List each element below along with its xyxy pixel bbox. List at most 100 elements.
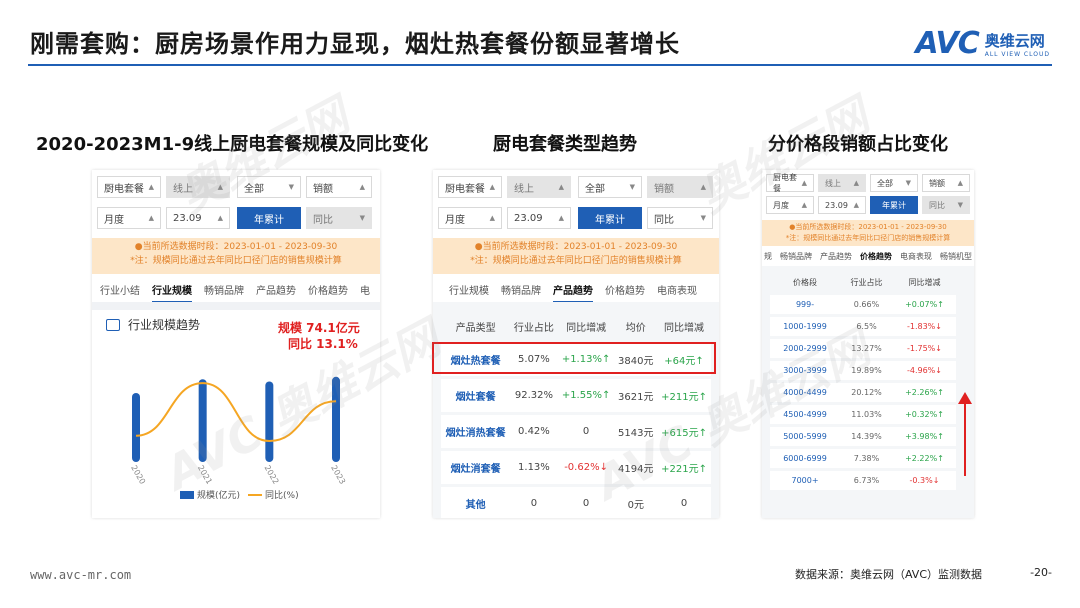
cell-yoy: +0.07%↑ [892, 295, 956, 314]
panel-price-segments: 厨电套餐 ▲ 线上 ▲ 全部 ▼ 销额 ▲ 月度 ▲ 23.09 ▲ 年累计 同比 ▼ ●当前… [762, 170, 974, 518]
cell-yoy: +2.26%↑ [892, 383, 956, 402]
table-row: 3000-3999 19.89% -4.96%↓ [770, 361, 956, 380]
caret-icon: ▲ [801, 179, 807, 187]
filter-period[interactable]: 月度 ▲ [766, 196, 814, 214]
legend-line-swatch [248, 493, 263, 496]
tab-price[interactable]: 价格趋势 [605, 282, 645, 303]
filter-channel[interactable]: 线上 ▲ [166, 176, 230, 198]
filter-label: 厨电套餐 [773, 173, 797, 193]
panel2-tabs: 行业规模 畅销品牌 产品趋势 价格趋势 电商表现 [449, 282, 709, 303]
filter-channel[interactable]: 线上 ▲ [818, 174, 866, 192]
tab-price[interactable]: 价格趋势 [308, 282, 348, 303]
filter-region[interactable]: 全部 ▼ [870, 174, 918, 192]
filter-category[interactable]: 厨电套餐 ▲ [438, 176, 502, 198]
table-row: 2000-2999 13.27% -1.75%↓ [770, 339, 956, 358]
table-header: 产品类型 [455, 323, 496, 334]
table-header: 行业占比 [850, 278, 883, 287]
cell-yoy: -1.75%↓ [892, 339, 956, 358]
tab-brands[interactable]: 畅销品牌 [501, 282, 541, 303]
filter-metric[interactable]: 销额 ▲ [306, 176, 372, 198]
cell-price: 0元 [614, 487, 658, 518]
filter-compare[interactable]: 同比 ▼ [306, 207, 372, 229]
date-notice: ●当前所选数据时段：2023-01-01 - 2023-09-30 *注：规模同… [92, 238, 380, 274]
table-header: 同比增减 [908, 278, 941, 287]
filter-category[interactable]: 厨电套餐 ▲ [766, 173, 814, 193]
filter-month[interactable]: 23.09 ▲ [166, 207, 230, 229]
filter-channel[interactable]: 线上 ▲ [507, 176, 571, 198]
filter-ytd-button[interactable]: 年累计 [578, 207, 642, 229]
cell-price_yoy: +615元↑ [657, 415, 711, 448]
cell-seg: 6000-6999 [770, 449, 841, 468]
logo-text: AVC [915, 26, 979, 61]
cell-share: 14.39% [840, 427, 893, 446]
scale-chart: 2020 2021 2022 2023 [129, 376, 347, 486]
filter-label: 月度 [445, 214, 465, 226]
date-notice: ●当前所选数据时段：2023-01-01 - 2023-09-30 *注：规模同… [433, 238, 719, 274]
table-row: 5000-5999 14.39% +3.98%↑ [770, 427, 956, 446]
filter-region[interactable]: 全部 ▼ [237, 176, 301, 198]
filter-metric[interactable]: 销额 ▲ [647, 176, 713, 198]
filter-category[interactable]: 厨电套餐 ▲ [97, 176, 161, 198]
filter-month[interactable]: 23.09 ▲ [818, 196, 866, 214]
cell-share: 13.27% [840, 339, 893, 358]
filter-compare[interactable]: 同比 ▼ [922, 196, 970, 214]
cell-share: 20.12% [840, 383, 893, 402]
notice-line1: ●当前所选数据时段：2023-01-01 - 2023-09-30 [134, 242, 338, 252]
cell-share: 1.13% [510, 451, 558, 484]
cell-seg: 999- [770, 295, 841, 314]
tab-brands[interactable]: 畅销品牌 [204, 282, 244, 303]
filter-label: 厨电套餐 [104, 183, 144, 195]
filter-region[interactable]: 全部 ▼ [578, 176, 642, 198]
filter-label: 23.09 [514, 212, 543, 224]
cell-share_yoy: +1.55%↑ [557, 379, 615, 412]
cell-seg: 4000-4499 [770, 383, 841, 402]
filter-month[interactable]: 23.09 ▲ [507, 207, 571, 229]
filter-period[interactable]: 月度 ▲ [438, 207, 502, 229]
table-row: 1000-1999 6.5% -1.83%↓ [770, 317, 956, 336]
header-divider [28, 64, 1052, 66]
filter-label: 销额 [929, 178, 945, 188]
tab-ecom[interactable]: 电商表现 [657, 282, 697, 303]
filter-metric[interactable]: 销额 ▲ [922, 174, 970, 192]
divider [92, 302, 380, 310]
caret-icon: ▼ [629, 183, 635, 191]
filter-ytd-button[interactable]: 年累计 [237, 207, 301, 229]
tab-industry-scale[interactable]: 行业规模 [449, 282, 489, 303]
filter-label: 月度 [773, 200, 789, 210]
footer-url[interactable]: www.avc-mr.com [30, 568, 131, 582]
logo-en: ALL VIEW CLOUD [984, 50, 1050, 58]
legend-bar-swatch [180, 490, 194, 499]
filter-ytd-button[interactable]: 年累计 [870, 196, 918, 214]
filter-period[interactable]: 月度 ▲ [97, 207, 161, 229]
cell-price: 3621元 [614, 379, 658, 412]
caret-icon: ▲ [489, 183, 495, 191]
cell-price_yoy: +221元↑ [657, 451, 711, 484]
tab-product[interactable]: 产品趋势 [256, 282, 296, 303]
cell-price: 4194元 [614, 451, 658, 484]
cell-seg: 5000-5999 [770, 427, 841, 446]
cell-share: 6.73% [840, 471, 893, 490]
table-row: 999- 0.66% +0.07%↑ [770, 295, 956, 314]
up-arrow-icon [958, 392, 972, 476]
filter-label: 厨电套餐 [445, 183, 485, 195]
caret-icon: ▲ [558, 183, 564, 191]
tab-product[interactable]: 产品趋势 [553, 282, 593, 303]
cell-price: 5143元 [614, 415, 658, 448]
cell-price_yoy: +211元↑ [657, 379, 711, 412]
x-tick-label: 2022 [263, 464, 281, 486]
table-header: 价格段 [793, 278, 818, 287]
caret-icon: ▲ [558, 214, 564, 222]
tab-ecom[interactable]: 电 [360, 282, 370, 303]
notice-line2: *注：规模同比通过去年同比口径门店的销售规模计算 [785, 234, 951, 242]
cell-type: 烟灶消套餐 [441, 451, 511, 484]
legend-line-label: 同比(%) [265, 491, 299, 501]
table-row: 4500-4999 11.03% +0.32%↑ [770, 405, 956, 424]
cell-type: 烟灶消热套餐 [441, 415, 511, 448]
panel-industry-scale: 厨电套餐 ▲ 线上 ▲ 全部 ▼ 销额 ▲ 月度 ▲ 23.09 ▲ 年累计 同比 ▼ ●当前… [92, 170, 380, 518]
cell-share: 11.03% [840, 405, 893, 424]
filter-label: 23.09 [173, 212, 202, 224]
cell-seg: 3000-3999 [770, 361, 841, 380]
tab-industry-scale[interactable]: 行业规模 [152, 282, 192, 303]
filter-compare[interactable]: 同比 ▼ [647, 207, 713, 229]
tab-summary[interactable]: 行业小结 [100, 282, 140, 303]
